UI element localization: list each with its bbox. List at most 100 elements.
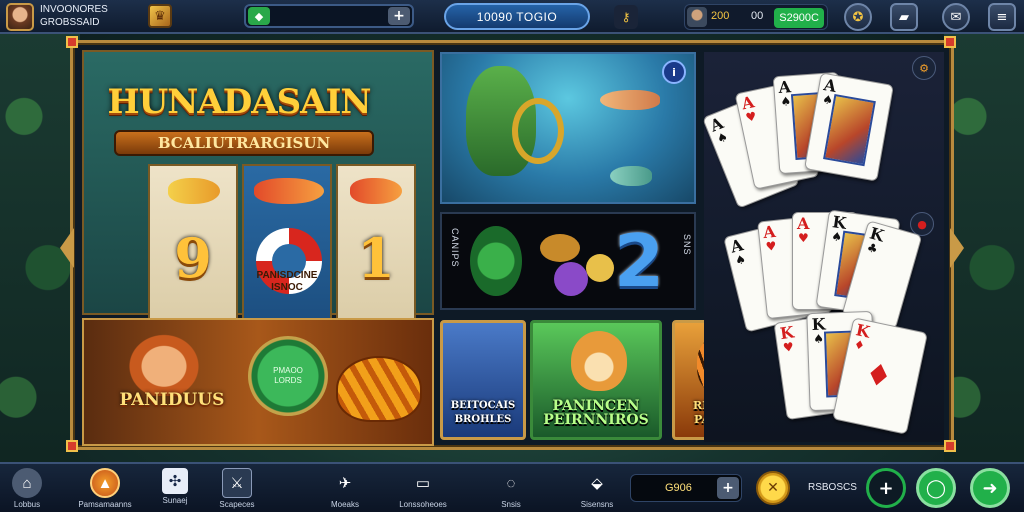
chat-icon[interactable]: ✉: [942, 3, 970, 31]
card-suit: ♣: [865, 240, 880, 257]
coin-field-value: G906: [665, 482, 692, 494]
card-suit: ♠: [733, 251, 748, 269]
add-chips-button[interactable]: +: [388, 7, 410, 25]
nav-lobby[interactable]: ⌂ Lobbus: [0, 468, 62, 509]
cat-icon: [571, 331, 627, 391]
key-icon[interactable]: ⚷: [614, 5, 638, 29]
frame-corner: [66, 440, 78, 452]
coin-text-line2: LORDS: [274, 376, 302, 385]
game-tile-wolf[interactable]: BEITOCAIS BROHLES: [440, 320, 526, 440]
forward-arrow-icon[interactable]: ➜: [970, 468, 1010, 508]
clubs-icon: ✣: [162, 468, 188, 494]
shell-icon: [336, 356, 422, 422]
nav-label: Pamsamaanns: [78, 500, 132, 509]
reel-number-right: 1: [357, 226, 395, 290]
frame-corner: [944, 36, 956, 48]
chips-side-text-right: SNS: [682, 234, 692, 256]
nav-promotions[interactable]: ▲ Pamsamaanns: [70, 468, 140, 509]
card-suit: ♠: [812, 331, 825, 346]
nav-clubs[interactable]: ✣ Sunaej: [140, 468, 210, 505]
info-icon[interactable]: i: [662, 60, 686, 84]
game-tile-cat[interactable]: PANINCEN PEIRNNIROS: [530, 320, 662, 440]
chips-big-number: 2: [614, 219, 665, 303]
card-suit: ♥: [744, 109, 758, 125]
ticket-icon[interactable]: ▰: [890, 3, 918, 31]
green-chip-icon: [470, 226, 522, 296]
balance-value: 10090 TOGIO: [476, 9, 558, 24]
nav-sisensns[interactable]: ⬙ Sisensns: [562, 468, 632, 509]
green-coin-icon: PMAOO LORDS: [248, 336, 328, 416]
card-suit: ♠: [779, 94, 792, 109]
chips-game-tile[interactable]: CANIPS 2 SNS: [440, 212, 696, 310]
tools-icon: ⚔: [222, 468, 252, 498]
home-icon: ⌂: [12, 468, 42, 498]
chat-bubble-icon: ◌: [506, 474, 516, 492]
nav-label: Sunaej: [162, 496, 188, 505]
bird-icon: ✈: [338, 475, 352, 492]
reel-number-left: 9: [174, 226, 212, 290]
slot-game-tile[interactable]: 9 PANISDCINE ISNOC 1 HUNADASAIN BCALIUTR…: [82, 50, 434, 349]
chip-counter[interactable]: ◆ +: [244, 4, 414, 28]
gem-icon: ◆: [248, 7, 270, 25]
fish-game-tile[interactable]: i: [440, 52, 696, 204]
top-bar: INVOONORES GROBSSAID ♛ ◆ + 10090 TOGIO ⚷…: [0, 0, 1024, 34]
nav-label: Scapeces: [219, 500, 255, 509]
add-coins-button[interactable]: +: [717, 477, 739, 499]
card-suit: ♠: [714, 129, 730, 147]
nav-lonssoheoes[interactable]: ▭ Lonssoheoes: [388, 468, 458, 509]
nav-label: Lobbus: [13, 500, 41, 509]
wallet-label: 00: [751, 10, 764, 22]
bottom-right-label: RSBOSCS: [808, 482, 857, 493]
slot-game-subtitle: BCALIUTRARGISUN: [114, 130, 374, 156]
gold-coin-icon[interactable]: ✕: [756, 471, 790, 505]
mini-avatar: [687, 7, 707, 27]
fox-icon: [124, 330, 204, 396]
promotions-icon: ▲: [90, 468, 120, 498]
card-game-tile[interactable]: ⚙ ● A ♠ A ♥ A ♠ A ♠ A ♠ A ♥ A ♥ K ♠ K ♣ …: [702, 52, 944, 442]
trophy-icon[interactable]: ✪: [844, 3, 872, 31]
add-button[interactable]: +: [866, 468, 906, 508]
tile-label-cat: PANINCEN PEIRNNIROS: [533, 399, 659, 427]
fish-symbol-icon: [168, 178, 220, 204]
tile-label-line1: BEITOCAIS: [450, 400, 516, 411]
tile-label-line2: PEIRNNIROS: [543, 412, 649, 428]
wallet-coins: S2900C: [774, 8, 824, 28]
wallet[interactable]: 200 00 S2900C: [684, 4, 828, 30]
nav-moeaks[interactable]: ✈ Moeaks: [310, 468, 380, 509]
reel-caption-line1: PANISDCINE: [256, 270, 318, 281]
nav-snsis[interactable]: ◌ Snsis: [476, 468, 546, 510]
swimming-fish-icon: [600, 90, 660, 110]
chips-side-text-left: CANIPS: [450, 228, 460, 268]
card-suit: ♥: [782, 339, 795, 355]
slot-game-title: HUNADASAIN: [107, 82, 371, 122]
tile-label-wolf: BEITOCAIS BROHLES: [443, 399, 523, 427]
playing-card: A ♠: [804, 72, 894, 182]
wallet-level: 200: [711, 10, 730, 22]
frame-corner: [66, 36, 78, 48]
balance-pill[interactable]: 10090 TOGIO: [444, 3, 590, 30]
settings-icon[interactable]: ⚙: [912, 56, 936, 80]
frame-corner: [944, 440, 956, 452]
tile-label-line2: BROHLES: [454, 414, 512, 425]
nav-label: Snsis: [501, 500, 521, 509]
refresh-icon[interactable]: ◯: [916, 468, 956, 508]
bottom-nav-bar: ⌂ Lobbus ▲ Pamsamaanns ✣ Sunaej ⚔ Scapec…: [0, 462, 1024, 512]
player-avatar[interactable]: [6, 3, 34, 31]
card-suit: ♦: [852, 337, 867, 354]
location-icon: ⬙: [591, 475, 603, 492]
coin-field[interactable]: G906 +: [630, 474, 742, 502]
menu-icon[interactable]: ≡: [988, 3, 1016, 31]
nav-label: Sisensns: [580, 500, 614, 509]
purple-chip-icon: [554, 262, 588, 296]
gold-chip-icon: [540, 234, 580, 262]
fish-symbol-icon: [254, 178, 324, 204]
swimming-fish-icon: [610, 166, 652, 186]
fish-symbol-icon: [350, 178, 402, 204]
shield-badge-icon[interactable]: ♛: [148, 4, 172, 28]
clipboard-icon: ▭: [415, 475, 431, 492]
player-name-line1: INVOONORES: [40, 4, 108, 15]
card-suit: ♥: [798, 231, 809, 245]
diamond-icon: ♦: [861, 356, 896, 397]
gold-coin-chip-icon: [586, 254, 614, 282]
nav-tools[interactable]: ⚔ Scapeces: [202, 468, 272, 509]
